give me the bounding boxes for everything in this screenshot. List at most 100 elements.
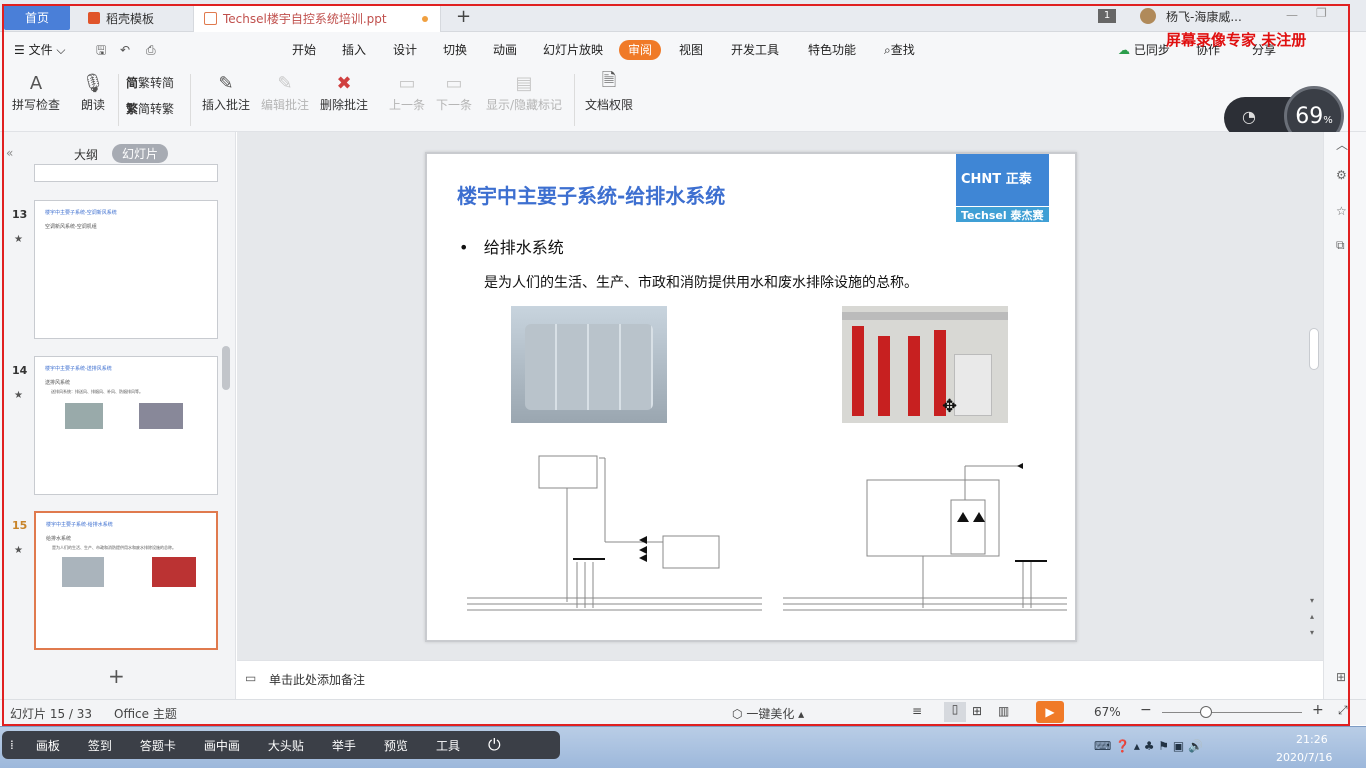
trad-to-simp-button[interactable]: 简繁转简 xyxy=(126,74,174,91)
notes-toggle-icon[interactable]: ≡ xyxy=(912,704,922,718)
clock-time[interactable]: 21:26 xyxy=(1296,733,1328,746)
tool-whiteboard[interactable]: 画板 xyxy=(22,737,74,754)
water-tank-image[interactable] xyxy=(511,306,667,423)
menu-devtools[interactable]: 开发工具 xyxy=(731,40,779,60)
collapse-panel-icon[interactable]: « xyxy=(6,146,13,160)
next-slide-icon[interactable]: ▾ xyxy=(1310,628,1314,637)
slide-thumb-15[interactable]: 楼宇中主要子系统-给排水系统 给排水系统 是为人们的生活、生产、市政和消防提供用… xyxy=(34,511,218,650)
edit-comment-button[interactable]: ✎ 编辑批注 xyxy=(261,70,309,113)
panel-scrollbar[interactable] xyxy=(222,346,230,390)
zoom-in-icon[interactable]: + xyxy=(1312,702,1324,718)
menu-file[interactable]: ☰ 文件 ⌵ xyxy=(14,40,66,60)
tab-template[interactable]: 稻壳模板 xyxy=(78,4,164,32)
zoom-slider-thumb[interactable] xyxy=(1200,706,1212,718)
menu-design[interactable]: 设计 xyxy=(393,40,417,60)
simp-to-trad-button[interactable]: 繁简转繁 xyxy=(126,100,174,117)
tool-photo-sticker[interactable]: 大头贴 xyxy=(254,737,318,754)
canvas-scrollbar[interactable]: ▾ ▴ ▾ xyxy=(1305,132,1323,660)
slide-bullet[interactable]: • 给排水系统 xyxy=(459,234,564,258)
doc-permission-button[interactable]: 🗎 文档权限 xyxy=(585,70,633,113)
star-icon[interactable]: ★ xyxy=(14,390,23,401)
next-comment-button[interactable]: ▭ 下一条 xyxy=(436,70,472,113)
delete-comment-button[interactable]: ✖ 删除批注 xyxy=(320,70,368,113)
sync-status[interactable]: ☁ 已同步 xyxy=(1118,40,1170,60)
menu-special[interactable]: 特色功能 xyxy=(808,40,856,60)
prev-slide-icon[interactable]: ▴ xyxy=(1310,612,1314,621)
menu-view[interactable]: 视图 xyxy=(679,40,703,60)
print-icon[interactable]: ⎙ xyxy=(146,40,156,60)
sorter-view-icon[interactable]: ⊞ xyxy=(972,704,982,718)
tool-answer-card[interactable]: 答题卡 xyxy=(126,737,190,754)
star-icon[interactable]: ☆ xyxy=(1336,204,1347,218)
canvas-scroll-thumb[interactable] xyxy=(1309,328,1319,370)
search-button[interactable]: ⌕查找 xyxy=(884,40,915,60)
theme-name[interactable]: Office 主题 xyxy=(114,705,177,722)
clock-date[interactable]: 2020/7/16 xyxy=(1276,751,1332,764)
slide-body-text[interactable]: 是为人们的生活、生产、市政和消防提供用水和废水排除设施的总称。 xyxy=(484,272,918,292)
tab-home[interactable]: 首页 xyxy=(4,4,70,30)
slide-counter[interactable]: 幻灯片 15 / 33 xyxy=(10,705,92,722)
prev-comment-button[interactable]: ▭ 上一条 xyxy=(389,70,425,113)
notes-area[interactable]: ▭ 单击此处添加备注 xyxy=(237,660,1323,699)
tab-slides[interactable]: 幻灯片 xyxy=(112,144,169,163)
sync-label: 已同步 xyxy=(1133,43,1170,57)
tool-tools[interactable]: 工具 xyxy=(422,737,474,754)
prev-icon: ▭ xyxy=(398,72,416,94)
tab-document[interactable]: Techsel楼宇自控系统培训.ppt xyxy=(193,4,441,32)
avatar[interactable] xyxy=(1140,8,1156,24)
star-icon[interactable]: ★ xyxy=(14,545,23,556)
toolbar-grip-icon[interactable]: ⁞ xyxy=(2,738,22,752)
slide-thumb-14[interactable]: 楼宇中主要子系统-送排风系统 送排风系统 送排风系统：排送风、排烟风、补风、防烟… xyxy=(34,356,218,495)
wifi-off-icon: ◔ xyxy=(1242,107,1256,126)
slide-thumb-13[interactable]: 楼宇中主要子系统-空调新风系统 空调新风系统-空调机组 xyxy=(34,200,218,339)
beautify-button[interactable]: ⬡ 一键美化 ▴ xyxy=(732,705,804,722)
current-slide[interactable]: 楼宇中主要子系统-给排水系统 CHNT 正泰 Techsel 泰杰赛 • 给排水… xyxy=(425,152,1077,642)
menu-transition[interactable]: 切换 xyxy=(443,40,467,60)
read-aloud-button[interactable]: 🎙 朗读 xyxy=(80,70,106,113)
menu-file-label: 文件 xyxy=(28,43,53,57)
zoom-out-icon[interactable]: − xyxy=(1140,702,1152,718)
pump-room-image[interactable] xyxy=(842,306,1008,423)
minimize-icon[interactable]: — xyxy=(1286,8,1298,22)
spell-check-button[interactable]: A 拼写检查 xyxy=(12,70,60,113)
slide-title[interactable]: 楼宇中主要子系统-给排水系统 xyxy=(457,180,725,209)
zoom-slider[interactable] xyxy=(1162,712,1302,713)
undo-icon[interactable]: ↶ xyxy=(120,40,130,60)
tool-raise-hand[interactable]: 举手 xyxy=(318,737,370,754)
notes-placeholder[interactable]: 单击此处添加备注 xyxy=(269,671,365,688)
thumb-text: 送排风系统：排送风、排烟风、补风、防烟排风等。 xyxy=(51,389,143,394)
menu-review[interactable]: 审阅 xyxy=(619,40,662,60)
window-count-badge[interactable]: 1 xyxy=(1098,9,1116,23)
scroll-down-icon[interactable]: ▾ xyxy=(1310,596,1314,605)
menu-insert[interactable]: 插入 xyxy=(342,40,366,60)
tray-icons[interactable]: ⌨ ❓ ▴ ♣ ⚑ ▣ 🔊 xyxy=(1094,739,1203,753)
menu-start[interactable]: 开始 xyxy=(292,40,316,60)
tool-signin[interactable]: 签到 xyxy=(74,737,126,754)
tool-preview[interactable]: 预览 xyxy=(370,737,422,754)
tab-outline[interactable]: 大纲 xyxy=(74,146,98,163)
zoom-level[interactable]: 67% xyxy=(1094,705,1121,719)
grid-icon[interactable]: ⊞ xyxy=(1336,670,1346,684)
insert-comment-button[interactable]: ✎ 插入批注 xyxy=(202,70,250,113)
reading-view-icon[interactable]: ▥ xyxy=(998,704,1009,718)
drainage-diagram[interactable] xyxy=(783,462,1067,614)
normal-view-icon[interactable]: ▯ xyxy=(944,702,966,722)
collapse-up-icon[interactable]: ︿ xyxy=(1336,136,1348,153)
format-icon[interactable]: ⧉ xyxy=(1336,238,1345,253)
star-icon[interactable]: ★ xyxy=(14,234,23,245)
menu-slideshow[interactable]: 幻灯片放映 xyxy=(543,40,603,60)
slide-thumb-partial[interactable] xyxy=(34,164,218,182)
settings-sliders-icon[interactable]: ⚙ xyxy=(1336,168,1347,182)
fit-window-icon[interactable]: ⤢ xyxy=(1338,703,1348,718)
show-hide-markup-button[interactable]: ▤ 显示/隐藏标记 xyxy=(486,70,562,113)
restore-icon[interactable]: ❐ xyxy=(1316,6,1327,20)
menu-animation[interactable]: 动画 xyxy=(493,40,517,60)
play-slideshow-button[interactable]: ▶ xyxy=(1036,701,1064,723)
new-tab-button[interactable]: + xyxy=(456,6,471,27)
water-supply-diagram[interactable] xyxy=(467,452,767,614)
power-icon[interactable]: ⏻ xyxy=(474,735,515,755)
save-icon[interactable]: 🖫 xyxy=(96,40,106,60)
tool-pip[interactable]: 画中画 xyxy=(190,737,254,754)
add-slide-button[interactable]: + xyxy=(108,664,125,688)
user-name[interactable]: 杨飞-海康威... xyxy=(1166,8,1242,25)
